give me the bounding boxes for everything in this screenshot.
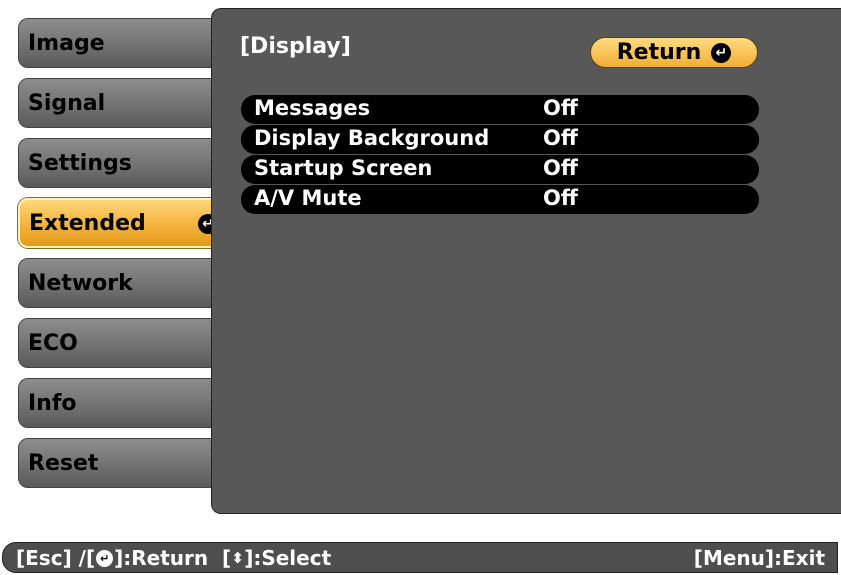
setting-row-startup-screen[interactable]: Startup Screen Off [241,155,759,184]
sidebar-item-signal[interactable]: Signal [18,78,226,128]
setting-value: Off [543,156,578,180]
setting-value: Off [543,96,578,120]
sidebar-item-label: Signal [28,90,106,116]
help-hints: [Esc] /[ ↵ ]:Return [ ⬍ ]:Select [16,546,331,570]
sidebar-item-reset[interactable]: Reset [18,438,226,488]
setting-row-messages[interactable]: Messages Off [241,95,759,124]
setting-value: Off [543,186,578,210]
sidebar-item-extended[interactable]: Extended ↵ [18,198,226,248]
sidebar-item-label: Extended [29,210,146,236]
enter-icon: ↵ [711,42,732,63]
sidebar-item-eco[interactable]: ECO [18,318,226,368]
sidebar-item-label: Info [28,390,77,416]
submenu-panel: [Display] Return ↵ Messages Off Display … [211,8,841,514]
up-down-arrow-icon: ⬍ [231,549,244,567]
sidebar-item-settings[interactable]: Settings [18,138,226,188]
sidebar-item-label: ECO [28,330,78,356]
setting-label: Display Background [254,126,490,150]
exit-hint: [Menu]:Exit [693,546,825,570]
help-bar: [Esc] /[ ↵ ]:Return [ ⬍ ]:Select [Menu]:… [2,542,838,573]
sidebar-item-image[interactable]: Image [18,18,226,68]
return-hint: ]:Return [ [114,546,232,570]
return-label: Return [616,40,702,65]
select-hint: ]:Select [244,546,332,570]
sidebar-item-info[interactable]: Info [18,378,226,428]
sidebar-item-label: Reset [28,450,99,476]
setting-row-av-mute[interactable]: A/V Mute Off [241,185,759,214]
sidebar-item-label: Settings [28,150,132,176]
panel-title: [Display] [240,34,351,59]
return-button[interactable]: Return ↵ [590,37,758,68]
setting-label: A/V Mute [254,186,362,210]
setting-row-display-background[interactable]: Display Background Off [241,125,759,154]
setting-label: Startup Screen [254,156,433,180]
sidebar-item-label: Network [28,270,133,296]
sidebar-item-network[interactable]: Network [18,258,226,308]
setting-value: Off [543,126,578,150]
esc-hint: [Esc] /[ [16,546,96,570]
setting-label: Messages [254,96,371,120]
enter-icon: ↵ [96,549,114,567]
sidebar-item-label: Image [28,30,105,56]
